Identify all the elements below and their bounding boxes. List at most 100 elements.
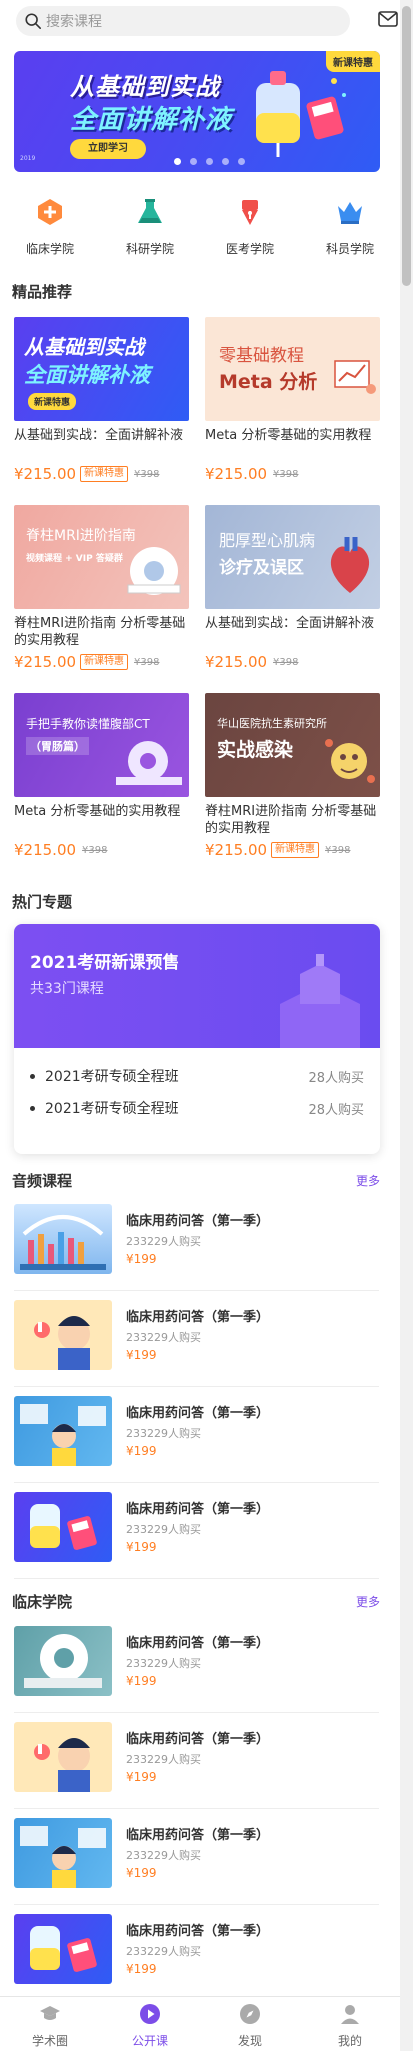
tab-mine[interactable]: 我的 [300,1997,400,2051]
item-buyers: 233229人购买 [126,1945,201,1958]
course-price: ¥215.00 [14,841,77,859]
item-buyers: 233229人购买 [126,1753,201,1766]
search-input[interactable]: 搜索课程 [46,11,102,31]
microbe-illustration [325,739,375,783]
original-price: ¥398 [134,656,160,668]
hot-topic-card[interactable]: 2021考研新课预售 共33门课程 2021考研专硕全程班 28人购买 2021… [14,924,380,1154]
item-price: ¥199 [126,1770,157,1784]
audio-more-link[interactable]: 更多 [356,1172,380,1189]
promo-tag: 新课特惠 [80,654,129,670]
search-bar[interactable]: 搜索课程 [16,6,350,36]
item-title: 临床用药问答（第一季） [126,1406,270,1421]
tab-label: 学术圈 [31,2034,68,2048]
course-card[interactable]: 华山医院抗生素研究所 实战感染 脊柱MRI进阶指南 分析零基础的实用教程 ¥21… [205,693,380,859]
carousel-dots [174,158,245,165]
item-buyers: 233229人购买 [126,1657,201,1670]
thumb-text: 手把手教你读懂腹部CT [26,717,150,731]
promo-banner[interactable]: 从基础到实战 全面讲解补液 立即学习 新课特惠 2019 [14,51,380,172]
course-price: ¥215.00 [205,653,268,671]
promo-tag: 新课特惠 [80,466,129,482]
category-clinical[interactable]: 临床学院 [0,197,100,257]
iv-bag-illustration [30,1926,97,1972]
presenter-illustration [20,1404,106,1466]
mri-machine-illustration [24,1634,102,1688]
item-thumbnail [14,1396,112,1466]
item-price: ¥199 [126,1252,157,1266]
lab-illustration [20,1215,106,1270]
carousel-dot[interactable] [238,158,245,165]
item-title: 临床用药问答（第一季） [126,1214,270,1229]
tab-open-course[interactable]: 公开课 [100,1997,200,2051]
course-title: Meta 分析零基础的实用教程 [14,804,181,819]
flask-icon [138,199,162,223]
chart-illustration [334,360,376,394]
course-title: Meta 分析零基础的实用教程 [205,428,372,443]
course-card[interactable]: 手把手教你读懂腹部CT （胃肠篇） Meta 分析零基础的实用教程 ¥215.0… [14,693,189,859]
thumb-text: 实战感染 [217,739,294,761]
item-title: 临床用药问答（第一季） [126,1924,270,1939]
divider [14,1482,379,1483]
topic-row-name: 2021考研专硕全程班 [45,1069,179,1085]
item-title: 临床用药问答（第一季） [126,1502,270,1517]
thumb-text: 脊柱MRI进阶指南 [26,528,136,544]
page: 搜索课程 从基础到实战 全面讲解补液 立即学习 新课特惠 2019 临床学院 科… [0,0,400,2051]
price-line: ¥215.00 ¥398 [205,653,380,671]
topic-row-name: 2021考研专硕全程班 [45,1101,179,1117]
item-buyers: 233229人购买 [126,1523,201,1536]
thumb-text: 全面讲解补液 [24,363,150,387]
carousel-dot[interactable] [174,158,181,165]
divider [14,1578,379,1579]
list-item[interactable]: 临床用药问答（第一季） 233229人购买 ¥199 [14,1818,379,1914]
course-thumbnail: 脊柱MRI进阶指南 视频课程 + VIP 答疑群 [14,505,189,609]
thumb-badge: 新课特惠 [28,393,77,410]
scrollbar-thumb[interactable] [402,6,411,286]
thumb-text: 诊疗及误区 [219,558,304,578]
course-price: ¥215.00 [205,465,268,483]
divider [14,1808,379,1809]
thumb-text: Meta 分析 [219,371,318,393]
course-card[interactable]: 脊柱MRI进阶指南 视频课程 + VIP 答疑群 脊柱MRI进阶指南 分析零基础… [14,505,189,671]
list-item[interactable]: 临床用药问答（第一季） 233229人购买 ¥199 [14,1722,379,1818]
category-staff[interactable]: 科员学院 [300,197,400,257]
category-label: 科员学院 [325,242,374,256]
item-thumbnail [14,1914,112,1984]
divider [14,1904,379,1905]
course-thumbnail: 华山医院抗生素研究所 实战感染 [205,693,380,797]
price-line: ¥215.00 新课特惠 ¥398 [14,653,189,671]
carousel-dot[interactable] [190,158,197,165]
course-title: 从基础到实战：全面讲解补液 [14,428,184,443]
original-price: ¥398 [273,656,299,668]
mail-icon[interactable] [378,11,398,27]
course-thumbnail: 从基础到实战 全面讲解补液 新课特惠 [14,317,189,421]
list-item[interactable]: 临床用药问答（第一季） 233229人购买 ¥199 [14,1300,379,1396]
scrollbar[interactable] [400,0,413,2051]
iv-bag-illustration [30,1504,97,1550]
course-card[interactable]: 肥厚型心肌病 诊疗及误区 从基础到实战：全面讲解补液 ¥215.00 ¥398 [205,505,380,671]
course-thumbnail: 零基础教程 Meta 分析 [205,317,380,421]
list-item[interactable]: 临床用药问答（第一季） 233229人购买 ¥199 [14,1492,379,1588]
price-line: ¥215.00 新课特惠 ¥398 [205,841,380,859]
carousel-dot[interactable] [222,158,229,165]
topic-row[interactable]: 2021考研专硕全程班 28人购买 [30,1066,364,1086]
list-item[interactable]: 临床用药问答（第一季） 233229人购买 ¥199 [14,1204,379,1300]
list-item[interactable]: 临床用药问答（第一季） 233229人购买 ¥199 [14,1626,379,1722]
learn-now-button[interactable]: 立即学习 [70,139,146,159]
clinical-more-link[interactable]: 更多 [356,1593,380,1610]
category-label: 医考学院 [225,242,274,256]
category-research[interactable]: 科研学院 [100,197,200,257]
list-item[interactable]: 临床用药问答（第一季） 233229人购买 ¥199 [14,1396,379,1492]
topic-row-count: 28人购买 [308,1102,364,1118]
item-price: ¥199 [126,1866,157,1880]
tab-label: 我的 [337,2034,362,2048]
item-thumbnail [14,1300,112,1370]
carousel-dot[interactable] [206,158,213,165]
clinical-title: 临床学院 [12,1593,73,1611]
topic-row[interactable]: 2021考研专硕全程班 28人购买 [30,1098,364,1118]
category-exam[interactable]: 医考学院 [200,197,300,257]
thumb-text: 视频课程 + VIP 答疑群 [26,554,123,564]
heart-illustration [330,537,370,593]
tab-academic[interactable]: 学术圈 [0,1997,100,2051]
course-card[interactable]: 从基础到实战 全面讲解补液 新课特惠 从基础到实战：全面讲解补液 ¥215.00… [14,317,189,483]
course-card[interactable]: 零基础教程 Meta 分析 Meta 分析零基础的实用教程 ¥215.00 ¥3… [205,317,380,483]
tab-discover[interactable]: 发现 [200,1997,300,2051]
